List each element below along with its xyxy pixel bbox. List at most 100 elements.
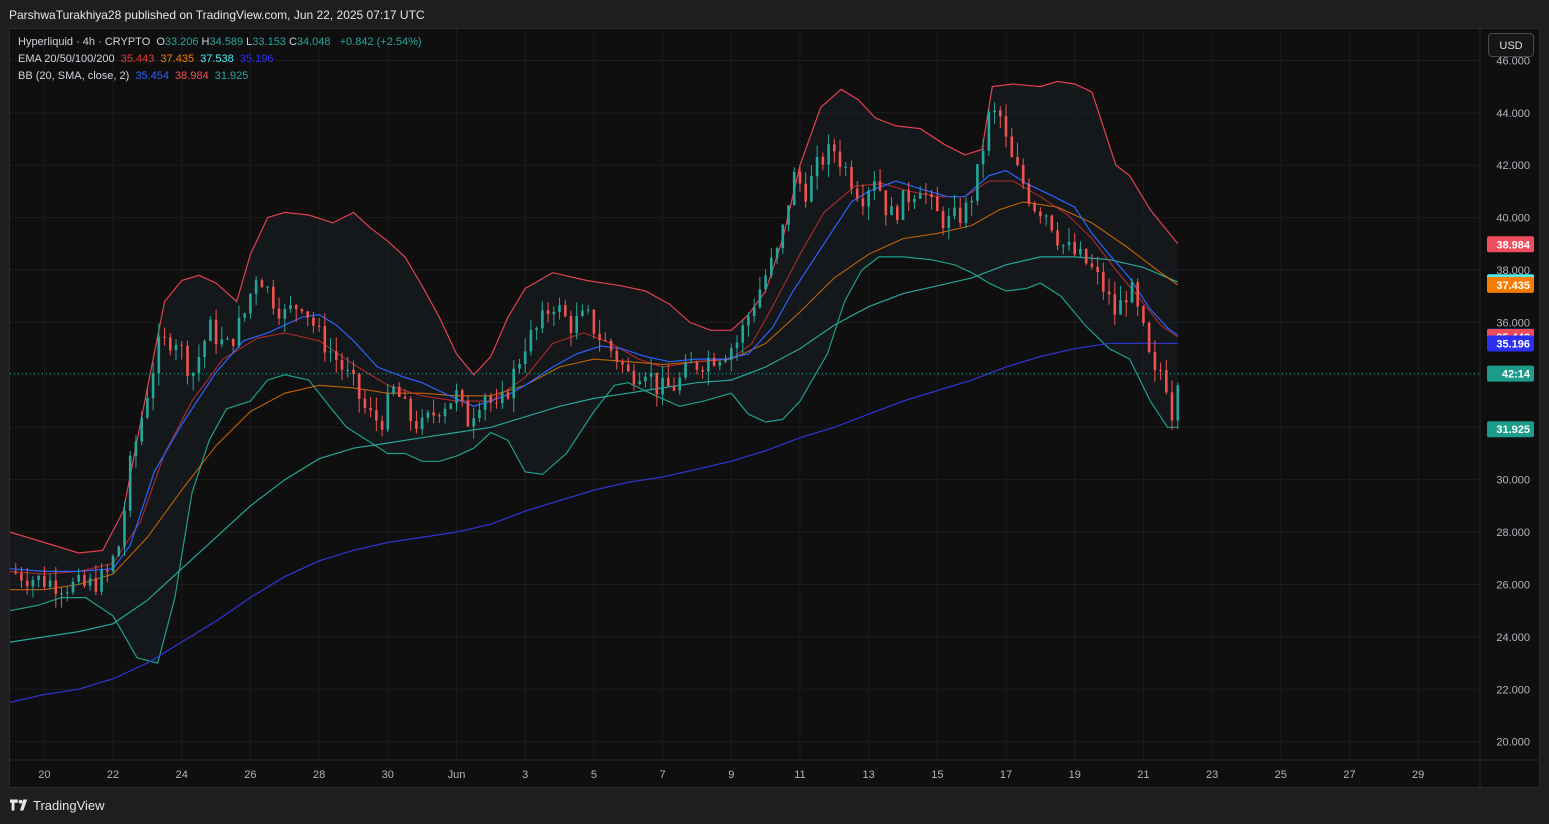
- candle-body: [489, 396, 493, 403]
- candle-body: [621, 361, 624, 365]
- legend-ema20-value: 35.443: [120, 53, 155, 65]
- candle-body: [678, 377, 681, 391]
- y-tick-label: 22.000: [1496, 684, 1530, 696]
- candle-body: [1113, 294, 1117, 315]
- y-tick-label: 36.000: [1496, 317, 1530, 329]
- candle-body: [455, 390, 458, 404]
- footer: [0, 790, 1549, 824]
- y-tick-label: 42.000: [1496, 160, 1530, 172]
- candle-body: [918, 193, 922, 199]
- candle-body: [180, 344, 183, 346]
- price-tag-label: 42:14: [1502, 369, 1531, 381]
- candle-body: [1062, 245, 1065, 247]
- candle-body: [472, 418, 475, 427]
- candle-body: [483, 396, 487, 411]
- candle-body: [644, 376, 647, 382]
- candle-body: [541, 310, 544, 329]
- legend-ema-row[interactable]: EMA 20/50/100/200 35.443 37.435 37.538 3…: [18, 53, 277, 65]
- candle-body: [1119, 300, 1122, 315]
- candle-body: [409, 398, 412, 422]
- candle-body: [512, 368, 515, 399]
- price-tag: 37.435: [1487, 276, 1534, 293]
- price-tag-label: 35.196: [1496, 339, 1530, 351]
- candle-body: [169, 337, 172, 351]
- legend-bb-upper-value: 38.984: [175, 70, 209, 82]
- currency-button[interactable]: USD: [1488, 33, 1534, 57]
- candle-body: [478, 410, 481, 419]
- candle-body: [506, 392, 510, 399]
- candle-body: [775, 248, 779, 258]
- candle-body: [1021, 164, 1025, 184]
- candle-body: [838, 151, 842, 168]
- x-tick-label: 27: [1343, 769, 1355, 781]
- candle-body: [94, 578, 98, 592]
- candle-body: [970, 200, 973, 203]
- candle-body: [1027, 183, 1031, 204]
- candle-body: [884, 190, 888, 216]
- candle-body: [123, 510, 126, 547]
- legend-ohlc-value: 33.153: [252, 36, 286, 48]
- price-tag-label: 31.925: [1496, 424, 1530, 436]
- candle-body: [100, 569, 103, 592]
- candle-body: [249, 293, 252, 314]
- candle-body: [37, 575, 40, 581]
- candle-body: [958, 207, 962, 223]
- candle-body: [941, 211, 945, 229]
- candle-body: [323, 326, 327, 353]
- candle-body: [1130, 282, 1134, 303]
- x-tick-label: Jun: [448, 769, 466, 781]
- candle-body: [432, 412, 435, 416]
- candle-body: [209, 319, 212, 341]
- candle-body: [758, 289, 762, 308]
- candle-body: [134, 441, 138, 456]
- candle-body: [1039, 211, 1042, 217]
- candle-body: [357, 373, 361, 399]
- candle-body: [792, 171, 796, 206]
- candle-body: [907, 190, 910, 203]
- x-tick-label: 24: [176, 769, 188, 781]
- candle-body: [953, 207, 956, 217]
- candle-body: [449, 403, 453, 409]
- candle-body: [71, 581, 75, 593]
- legend-bb-label: BB (20, SMA, close, 2): [18, 70, 130, 82]
- candle-body: [724, 359, 727, 362]
- candle-body: [695, 362, 699, 370]
- candle-body: [157, 336, 161, 374]
- candle-body: [529, 330, 533, 352]
- x-tick-label: 22: [107, 769, 119, 781]
- legend-bb-row[interactable]: BB (20, SMA, close, 2) 35.454 38.984 31.…: [18, 70, 251, 82]
- candle-body: [1107, 291, 1111, 295]
- candle-body: [638, 381, 641, 384]
- candle-body: [398, 386, 401, 397]
- y-tick-label: 26.000: [1496, 579, 1530, 591]
- candle-body: [237, 317, 241, 346]
- candle-body: [947, 216, 951, 229]
- candle-body: [363, 398, 367, 408]
- candle-body: [1033, 203, 1036, 212]
- candle-body: [575, 315, 578, 333]
- candle-body: [380, 420, 384, 430]
- candle-body: [855, 188, 859, 199]
- legend-symbol-row[interactable]: Hyperliquid · 4h · CRYPTO O33.206 H34.589…: [18, 36, 425, 48]
- candle-body: [604, 340, 607, 341]
- candle-body: [1159, 370, 1162, 372]
- candle-body: [592, 309, 596, 334]
- candle-body: [924, 193, 928, 195]
- candle-body: [254, 280, 258, 294]
- candle-body: [1056, 230, 1059, 246]
- brand-name[interactable]: TradingView: [33, 798, 105, 813]
- candle-body: [798, 171, 802, 184]
- candle-body: [54, 580, 58, 594]
- candle-body: [60, 593, 63, 595]
- y-tick-label: 24.000: [1496, 632, 1530, 644]
- x-tick-label: 15: [931, 769, 943, 781]
- tradingview-logo-icon[interactable]: [10, 799, 30, 811]
- price-chart[interactable]: 46.00044.00042.00040.00038.00036.00034.0…: [0, 0, 1549, 824]
- candle-body: [844, 167, 847, 168]
- candle-body: [226, 338, 229, 340]
- x-tick-label: 21: [1137, 769, 1149, 781]
- candle-body: [272, 286, 275, 309]
- candle-body: [712, 357, 716, 366]
- candle-body: [810, 176, 813, 202]
- candle-body: [552, 311, 556, 315]
